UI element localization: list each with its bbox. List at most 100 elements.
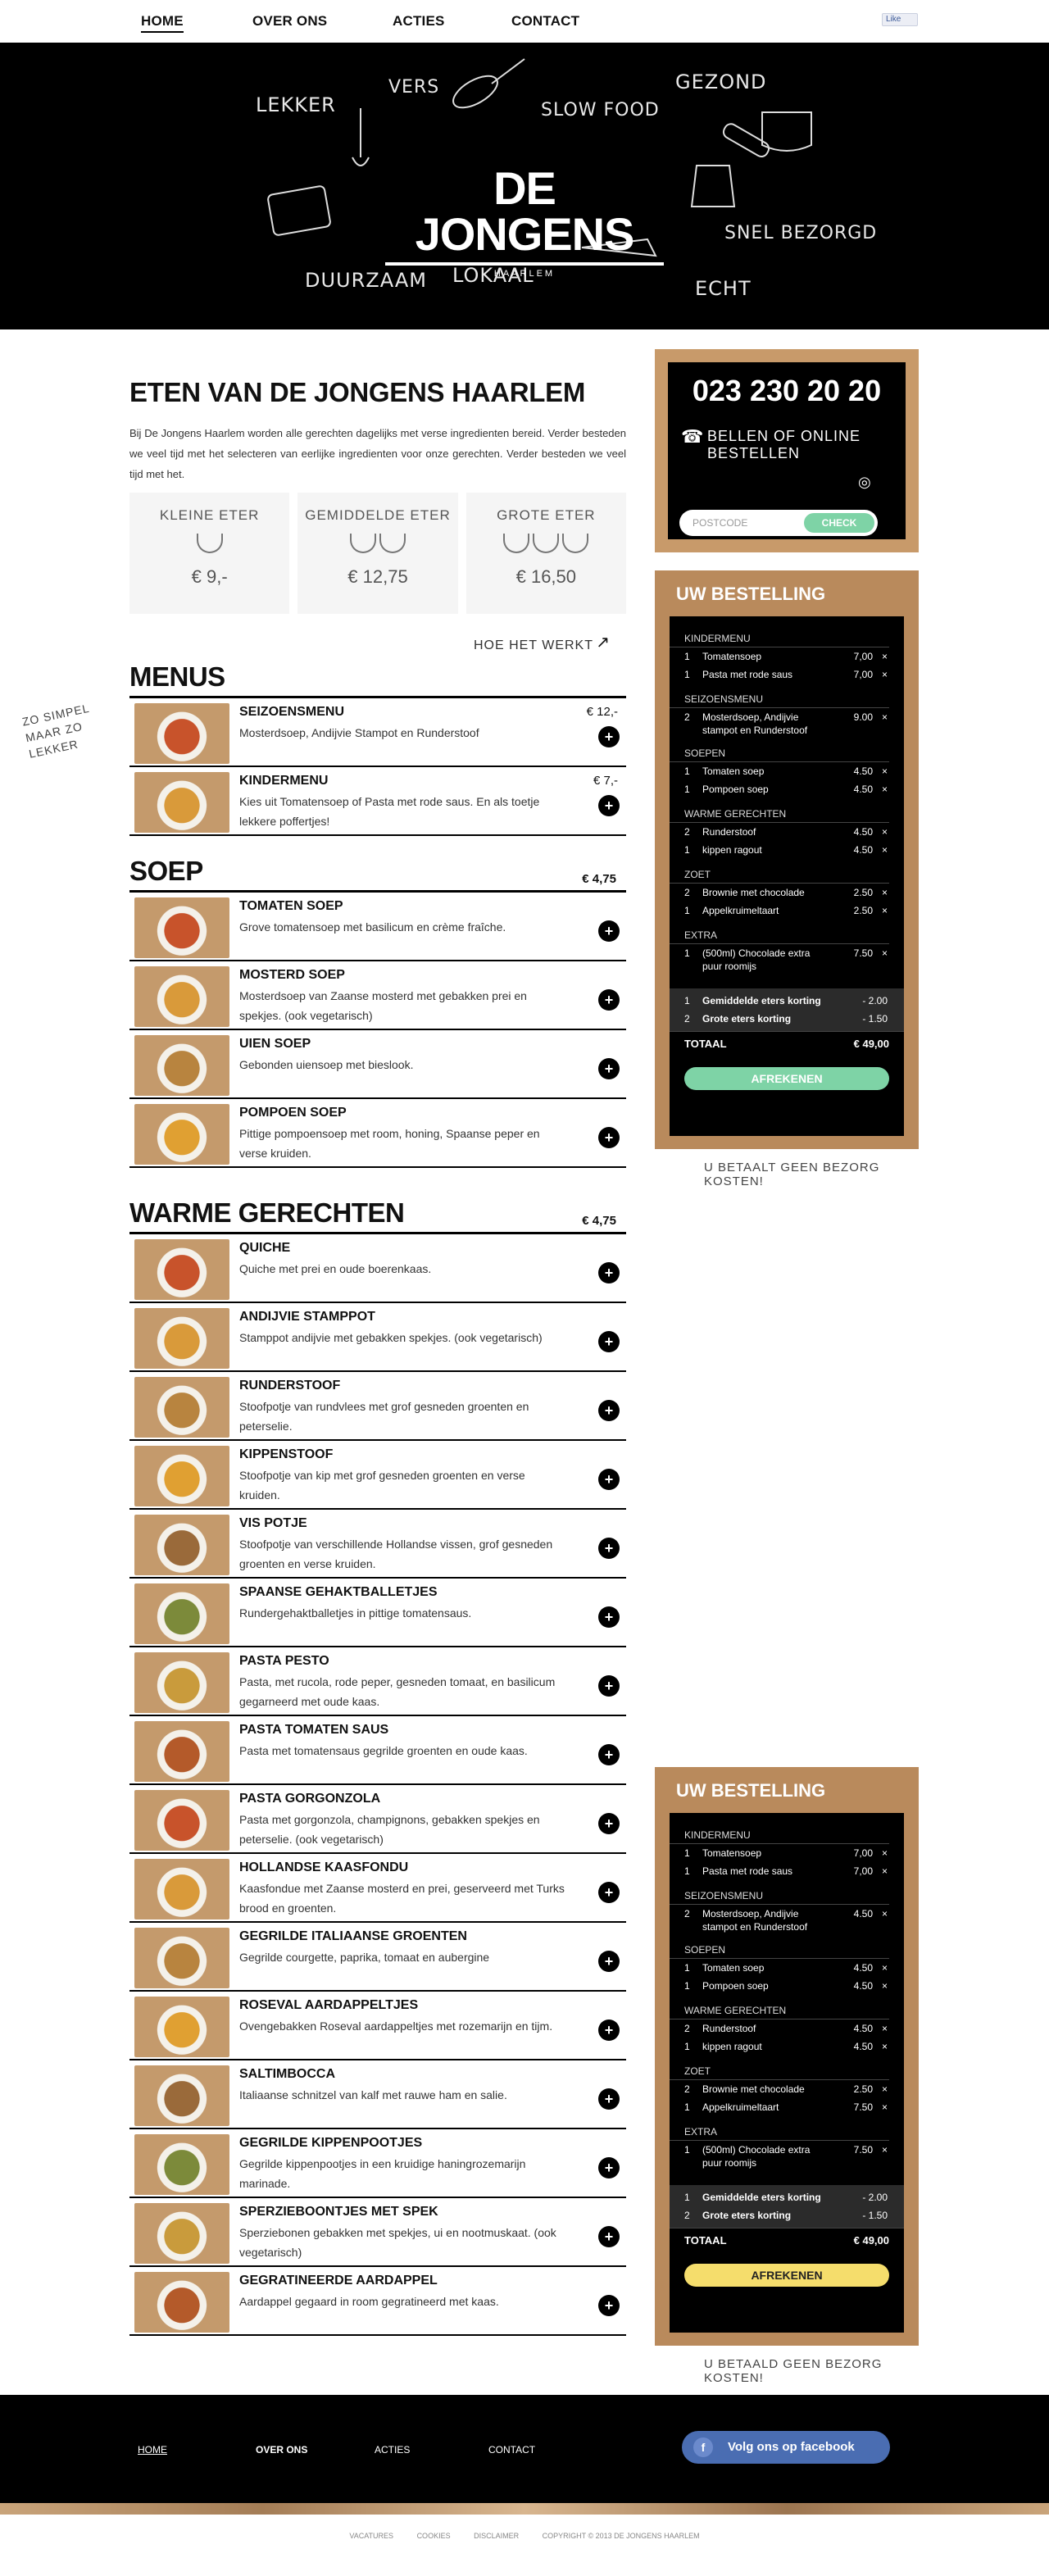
remove-icon[interactable]: ×	[882, 711, 888, 724]
remove-icon[interactable]: ×	[882, 2080, 888, 2098]
order-price: 4.50	[853, 826, 873, 838]
add-icon[interactable]: +	[598, 1606, 620, 1628]
logo[interactable]: DE JONGENS HAARLEM	[385, 166, 664, 279]
order-qty: 2	[684, 887, 690, 898]
afrekenen-button[interactable]: AFREKENEN	[684, 1067, 889, 1090]
menu-item-row: ROSEVAL AARDAPPELTJES Ovengebakken Roseva…	[129, 1992, 626, 2060]
add-icon[interactable]: +	[598, 2088, 620, 2110]
check-button[interactable]: CHECK	[804, 513, 874, 533]
remove-icon[interactable]: ×	[882, 1907, 888, 1920]
add-icon[interactable]: +	[598, 1882, 620, 1903]
order-item-name: Tomatensoep	[702, 1847, 762, 1859]
bottom-disclaimer[interactable]: DISCLAIMER	[474, 2532, 519, 2540]
footer-contact[interactable]: CONTACT	[488, 2444, 535, 2456]
remove-icon[interactable]: ×	[882, 647, 888, 666]
dish-description: Pasta met tomatensaus gegrilde groenten …	[239, 1744, 528, 1757]
order-line: 2 Brownie met chocolade 2.50 ×	[670, 2080, 904, 2098]
bottom-cookies[interactable]: COOKIES	[417, 2532, 451, 2540]
remove-icon[interactable]: ×	[882, 2038, 888, 2056]
dish-image	[134, 1239, 229, 1300]
footer-home[interactable]: HOME	[138, 2444, 167, 2456]
nav-over-ons[interactable]: OVER ONS	[252, 13, 327, 30]
remove-icon[interactable]: ×	[882, 1844, 888, 1862]
footer-over-ons[interactable]: OVER ONS	[256, 2444, 307, 2456]
add-icon[interactable]: +	[598, 795, 620, 816]
facebook-like-button[interactable]: Like	[882, 13, 918, 26]
dish-description: Pittige pompoensoep met room, honing, Sp…	[239, 1127, 540, 1160]
add-icon[interactable]: +	[598, 1127, 620, 1148]
phone-number[interactable]: 023 230 20 20	[668, 374, 906, 408]
footer-acties[interactable]: ACTIES	[375, 2444, 410, 2456]
remove-icon[interactable]: ×	[882, 666, 888, 684]
size-kleine-eter[interactable]: KLEINE ETER € 9,-	[129, 493, 290, 614]
add-icon[interactable]: +	[598, 726, 620, 747]
add-icon[interactable]: +	[598, 1813, 620, 1834]
add-icon[interactable]: +	[598, 1744, 620, 1765]
remove-icon[interactable]: ×	[882, 884, 888, 902]
dish-description: Stoofpotje van rundvlees met grof gesned…	[239, 1400, 529, 1433]
remove-icon[interactable]: ×	[882, 947, 888, 960]
add-icon[interactable]: +	[598, 1262, 620, 1283]
menu-item-row: VIS POTJE Stoofpotje van verschillende Ho…	[129, 1510, 626, 1579]
add-icon[interactable]: +	[598, 2019, 620, 2041]
remove-icon[interactable]: ×	[882, 1959, 888, 1977]
postcode-input[interactable]: POSTCODE	[693, 517, 747, 529]
size-grote-eter[interactable]: GROTE ETER € 16,50	[465, 493, 626, 614]
remove-icon[interactable]: ×	[882, 1862, 888, 1880]
remove-icon[interactable]: ×	[882, 841, 888, 859]
facebook-button[interactable]: f Volg ons op facebook	[682, 2431, 890, 2464]
order-line: 1 Appelkruimeltaart 7.50 ×	[670, 2098, 904, 2116]
remove-icon[interactable]: ×	[882, 823, 888, 841]
order-line: 1 Tomaten soep 4.50 ×	[670, 762, 904, 780]
bottom-vacatures[interactable]: VACATURES	[349, 2532, 393, 2540]
add-icon[interactable]: +	[598, 1331, 620, 1352]
dish-name: GEGRATINEERDE AARDAPPEL	[239, 2274, 438, 2288]
order-item-name: Tomaten soep	[702, 1962, 765, 1974]
add-icon[interactable]: +	[598, 1469, 620, 1490]
facebook-icon: f	[693, 2437, 713, 2457]
remove-icon[interactable]: ×	[882, 2143, 888, 2156]
add-icon[interactable]: +	[598, 1058, 620, 1079]
phone-box-inner: 023 230 20 20 ☎ BELLEN OF ONLINE BESTELL…	[668, 362, 906, 539]
remove-icon[interactable]: ×	[882, 2019, 888, 2038]
size-price: € 12,75	[347, 566, 408, 587]
cups-icon	[297, 534, 457, 557]
order-price: 4.50	[853, 1908, 873, 1920]
nav-home[interactable]: HOME	[141, 13, 184, 33]
order-item-name: (500ml) Chocolade extra puur roomijs	[702, 947, 811, 972]
size-gemiddelde-eter[interactable]: GEMIDDELDE ETER € 12,75	[297, 493, 458, 614]
add-icon[interactable]: +	[598, 2157, 620, 2178]
discount-name: Gemiddelde eters korting	[702, 995, 821, 1006]
add-icon[interactable]: +	[598, 920, 620, 942]
size-label: GEMIDDELDE ETER	[305, 507, 451, 523]
remove-icon[interactable]: ×	[882, 902, 888, 920]
menu-item-row: QUICHE Quiche met prei en oude boerenkaas…	[129, 1234, 626, 1303]
soep-price: € 4,75	[582, 872, 616, 886]
discount-block: 1 Gemiddelde eters korting - 2.00 2 Grote et…	[670, 2185, 904, 2228]
add-icon[interactable]: +	[598, 1538, 620, 1559]
order-qty: 2	[684, 2023, 690, 2034]
order-line: 2 Runderstoof 4.50 ×	[670, 2019, 904, 2038]
remove-icon[interactable]: ×	[882, 2098, 888, 2116]
menus-title: MENUS	[129, 661, 626, 698]
add-icon[interactable]: +	[598, 1951, 620, 1972]
remove-icon[interactable]: ×	[882, 762, 888, 780]
remove-icon[interactable]: ×	[882, 1977, 888, 1995]
add-icon[interactable]: +	[598, 2295, 620, 2316]
dish-description: Rundergehaktballetjes in pittige tomaten…	[239, 1606, 472, 1620]
discount-name: Grote eters korting	[702, 2210, 792, 2221]
dish-description: Aardappel gegaard in room gegratineerd m…	[239, 2295, 499, 2308]
afrekenen-button[interactable]: AFREKENEN	[684, 2264, 889, 2287]
discount-name: Grote eters korting	[702, 1013, 792, 1024]
add-icon[interactable]: +	[598, 1400, 620, 1421]
add-icon[interactable]: +	[598, 989, 620, 1011]
hoe-het-werkt-link[interactable]: HOE HET WERKT	[474, 638, 593, 653]
remove-icon[interactable]: ×	[882, 780, 888, 798]
dish-image	[134, 1583, 229, 1644]
add-icon[interactable]: +	[598, 2226, 620, 2247]
nav-contact[interactable]: CONTACT	[511, 13, 579, 30]
add-icon[interactable]: +	[598, 1675, 620, 1697]
discount-line: 1 Gemiddelde eters korting - 2.00	[670, 992, 904, 1010]
nav-acties[interactable]: ACTIES	[393, 13, 445, 30]
dish-name: ROSEVAL AARDAPPELTJES	[239, 1998, 419, 2012]
